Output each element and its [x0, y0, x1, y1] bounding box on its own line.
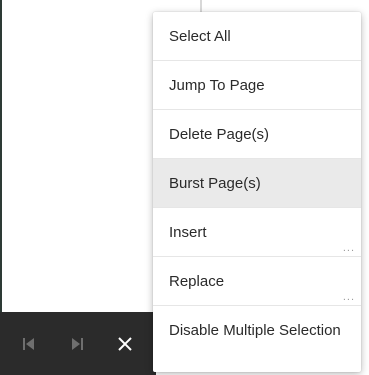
app-viewport: Select All Jump To Page Delete Page(s) B… — [0, 0, 369, 375]
menu-item-delete-pages[interactable]: Delete Page(s) — [153, 110, 361, 159]
menu-item-label: Burst Page(s) — [169, 174, 261, 192]
menu-item-insert[interactable]: Insert ... — [153, 208, 361, 257]
menu-item-select-all[interactable]: Select All — [153, 12, 361, 61]
page-navigation-toolbar — [0, 312, 156, 375]
menu-item-label: Replace — [169, 272, 225, 290]
menu-item-jump-to-page[interactable]: Jump To Page — [153, 61, 361, 110]
first-page-icon — [23, 338, 34, 350]
first-page-button[interactable] — [17, 332, 41, 356]
context-menu: Select All Jump To Page Delete Page(s) B… — [153, 12, 361, 372]
close-icon — [118, 337, 132, 351]
menu-item-disable-multiple-selection[interactable]: Disable Multiple Selection — [153, 306, 361, 354]
submenu-indicator-icon: ... — [342, 291, 355, 303]
menu-item-label: Insert — [169, 223, 207, 241]
last-page-button[interactable] — [65, 332, 89, 356]
menu-item-label: Jump To Page — [169, 76, 265, 94]
menu-item-label: Delete Page(s) — [169, 125, 270, 143]
submenu-indicator-icon: ... — [342, 242, 355, 254]
menu-item-burst-pages[interactable]: Burst Page(s) — [153, 159, 361, 208]
menu-item-replace[interactable]: Replace ... — [153, 257, 361, 306]
close-button[interactable] — [113, 332, 137, 356]
menu-item-label: Select All — [169, 27, 231, 45]
menu-item-label: Disable Multiple Selection — [169, 321, 341, 339]
last-page-icon — [72, 338, 83, 350]
